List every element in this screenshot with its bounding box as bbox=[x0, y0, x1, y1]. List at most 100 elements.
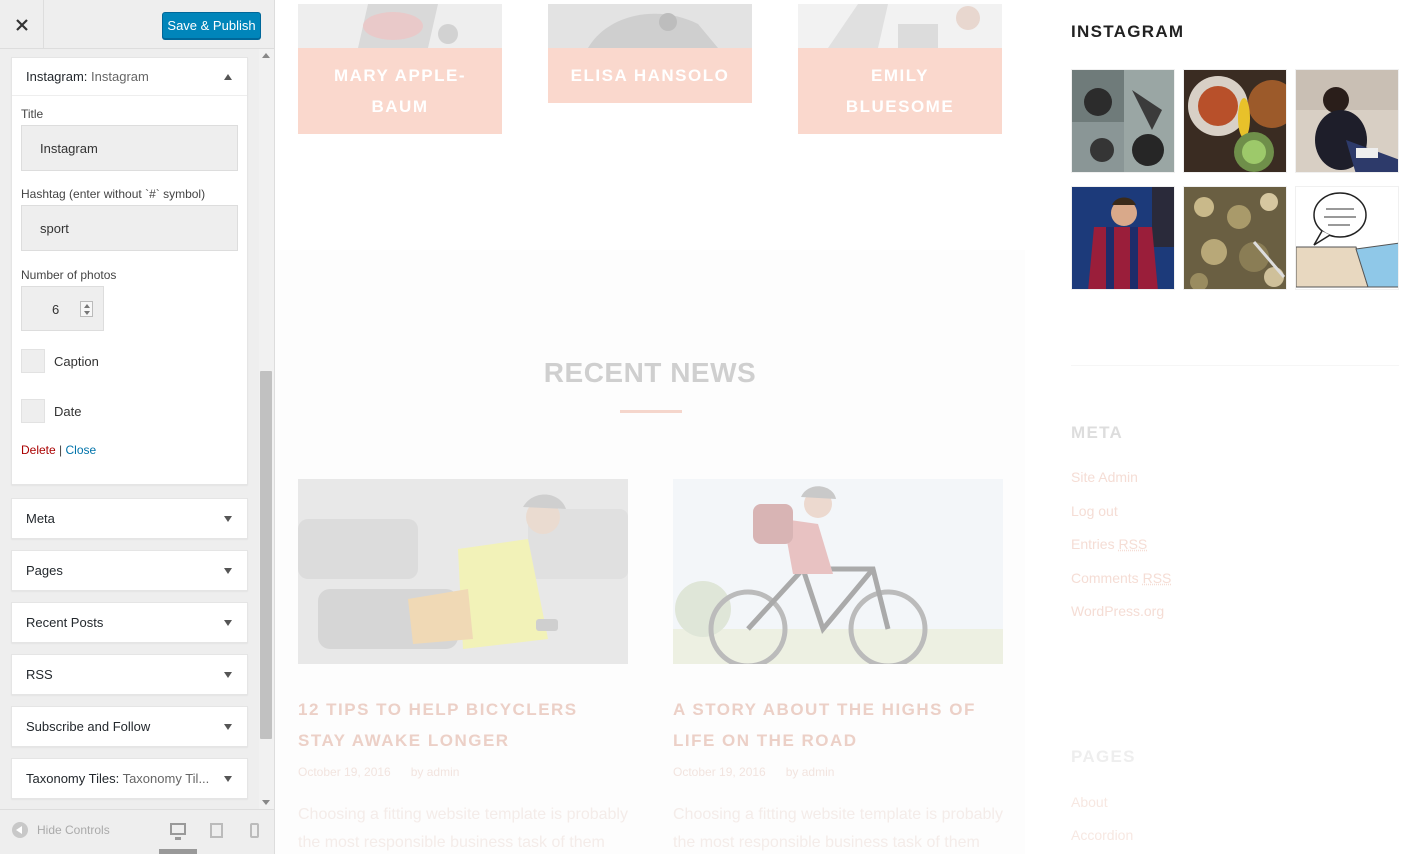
instagram-photo[interactable] bbox=[1183, 69, 1287, 173]
instagram-photo[interactable] bbox=[1295, 186, 1399, 290]
post-thumbnail[interactable] bbox=[673, 479, 1003, 664]
team-card[interactable]: EMILY BLUESOME bbox=[798, 4, 1002, 134]
post-meta: October 19, 2016 by admin bbox=[673, 765, 1003, 779]
site-admin-link[interactable]: Site Admin bbox=[1071, 469, 1138, 485]
comments-label: Comments bbox=[1071, 570, 1139, 586]
widget-actions: Delete | Close bbox=[21, 443, 238, 457]
entries-label: Entries bbox=[1071, 536, 1115, 552]
news-post[interactable]: A STORY ABOUT THE HIGHS OF LIFE ON THE R… bbox=[673, 479, 1003, 854]
date-row: Date bbox=[21, 398, 238, 424]
widget-subscribe-title: Subscribe and Follow bbox=[26, 719, 151, 734]
number-stepper[interactable] bbox=[80, 301, 93, 317]
widget-instagram-header[interactable]: Instagram: Instagram bbox=[12, 58, 247, 96]
instagram-photo-image bbox=[1072, 70, 1174, 172]
stepper-down-icon[interactable] bbox=[84, 311, 90, 315]
expand-arrow-icon[interactable] bbox=[224, 568, 232, 574]
team-photo-image bbox=[798, 4, 1002, 48]
customizer-sidebar: Save & Publish Instagram: Instagram Titl… bbox=[0, 0, 275, 854]
post-author[interactable]: by admin bbox=[411, 765, 460, 779]
post-title[interactable]: A STORY ABOUT THE HIGHS OF LIFE ON THE R… bbox=[673, 694, 1003, 756]
team-member-name: ELISA HANSOLO bbox=[548, 48, 752, 103]
delete-link[interactable]: Delete bbox=[21, 443, 56, 457]
desktop-preview-icon[interactable] bbox=[170, 823, 186, 840]
scroll-thumb[interactable] bbox=[260, 371, 272, 739]
sidebar-divider bbox=[1071, 365, 1399, 366]
customizer-header: Save & Publish bbox=[0, 0, 274, 49]
instagram-photo[interactable] bbox=[1071, 69, 1175, 173]
instagram-photo[interactable] bbox=[1071, 186, 1175, 290]
hashtag-input[interactable] bbox=[21, 205, 238, 251]
widget-instagram-title: Instagram: Instagram bbox=[26, 69, 149, 84]
date-label: Date bbox=[54, 403, 82, 419]
post-date[interactable]: October 19, 2016 bbox=[673, 765, 766, 779]
team-member-name: EMILY BLUESOME bbox=[798, 48, 1002, 134]
page-link-about[interactable]: About bbox=[1071, 794, 1108, 810]
scroll-down-icon[interactable] bbox=[262, 800, 270, 805]
collapse-arrow-icon[interactable] bbox=[224, 74, 232, 80]
widget-pages-title: Pages bbox=[26, 563, 63, 578]
recent-news-section: RECENT NEWS 12 TIPS TO HELP BICYCLERS ST… bbox=[275, 250, 1025, 854]
page-link-accordion[interactable]: Accordion bbox=[1071, 827, 1133, 843]
title-input[interactable] bbox=[21, 125, 238, 171]
number-of-photos-input[interactable]: 6 bbox=[21, 286, 104, 331]
widget-pages[interactable]: Pages bbox=[11, 550, 248, 591]
heading-underline bbox=[620, 410, 682, 413]
post-thumbnail[interactable] bbox=[298, 479, 628, 664]
team-member-name: MARY APPLE-BAUM bbox=[298, 48, 502, 134]
widget-subscribe-follow[interactable]: Subscribe and Follow bbox=[11, 706, 248, 747]
widget-instagram-type: Instagram: bbox=[26, 69, 88, 84]
save-publish-button[interactable]: Save & Publish bbox=[162, 12, 261, 39]
hashtag-label: Hashtag (enter without `#` symbol) bbox=[21, 187, 206, 201]
expand-arrow-icon[interactable] bbox=[224, 672, 232, 678]
expand-arrow-icon[interactable] bbox=[224, 516, 232, 522]
caption-checkbox[interactable] bbox=[21, 349, 45, 373]
tablet-preview-icon[interactable] bbox=[210, 823, 223, 838]
sidebar-scrollbar[interactable] bbox=[259, 49, 274, 809]
instagram-photo[interactable] bbox=[1183, 186, 1287, 290]
expand-arrow-icon[interactable] bbox=[224, 724, 232, 730]
caption-row: Caption bbox=[21, 348, 238, 374]
expand-arrow-icon[interactable] bbox=[224, 776, 232, 782]
widget-recent-posts-title: Recent Posts bbox=[26, 615, 104, 630]
instagram-photo-image bbox=[1184, 70, 1286, 172]
news-post[interactable]: 12 TIPS TO HELP BICYCLERS STAY AWAKE LON… bbox=[298, 479, 628, 854]
expand-arrow-icon[interactable] bbox=[224, 620, 232, 626]
widget-meta[interactable]: Meta bbox=[11, 498, 248, 539]
post-meta: October 19, 2016 by admin bbox=[298, 765, 628, 779]
widget-taxonomy-name: Taxonomy Til... bbox=[119, 771, 210, 786]
close-icon bbox=[15, 18, 28, 31]
customizer-footer: Hide Controls bbox=[0, 809, 274, 854]
team-card[interactable]: ELISA HANSOLO bbox=[548, 4, 752, 103]
collapse-icon bbox=[12, 822, 28, 838]
post-title[interactable]: 12 TIPS TO HELP BICYCLERS STAY AWAKE LON… bbox=[298, 694, 628, 756]
active-device-indicator bbox=[159, 849, 197, 854]
close-customizer-button[interactable] bbox=[0, 0, 44, 49]
comments-rss-link[interactable]: Comments RSS bbox=[1071, 570, 1171, 586]
date-checkbox[interactable] bbox=[21, 399, 45, 423]
team-card[interactable]: MARY APPLE-BAUM bbox=[298, 4, 502, 134]
log-out-link[interactable]: Log out bbox=[1071, 503, 1118, 519]
widget-rss[interactable]: RSS bbox=[11, 654, 248, 695]
close-widget-link[interactable]: Close bbox=[66, 443, 97, 457]
post-date[interactable]: October 19, 2016 bbox=[298, 765, 391, 779]
post-excerpt: Choosing a fitting website template is p… bbox=[298, 806, 628, 851]
instagram-photo[interactable] bbox=[1295, 69, 1399, 173]
instagram-photo-image bbox=[1072, 187, 1174, 289]
stepper-up-icon[interactable] bbox=[84, 304, 90, 308]
site-sidebar: INSTAGRAM META Site Admin Log out Entrie… bbox=[1050, 0, 1419, 854]
site-preview: MARY APPLE-BAUM ELISA HANSOLO EMILY BLUE… bbox=[275, 0, 1419, 854]
team-photo bbox=[298, 4, 502, 48]
caption-label: Caption bbox=[54, 353, 99, 369]
mobile-preview-icon[interactable] bbox=[250, 823, 259, 838]
hide-controls-label: Hide Controls bbox=[37, 823, 110, 837]
post-author[interactable]: by admin bbox=[786, 765, 835, 779]
scroll-up-icon[interactable] bbox=[262, 53, 270, 58]
rss-abbr: RSS bbox=[1142, 570, 1172, 586]
entries-rss-link[interactable]: Entries RSS bbox=[1071, 536, 1147, 552]
widget-taxonomy-tiles[interactable]: Taxonomy Tiles: Taxonomy Til... bbox=[11, 758, 248, 799]
instagram-widget-title: INSTAGRAM bbox=[1071, 22, 1185, 41]
wordpress-org-link[interactable]: WordPress.org bbox=[1071, 603, 1164, 619]
hide-controls-button[interactable]: Hide Controls bbox=[12, 822, 110, 838]
widget-rss-title: RSS bbox=[26, 667, 53, 682]
widget-recent-posts[interactable]: Recent Posts bbox=[11, 602, 248, 643]
